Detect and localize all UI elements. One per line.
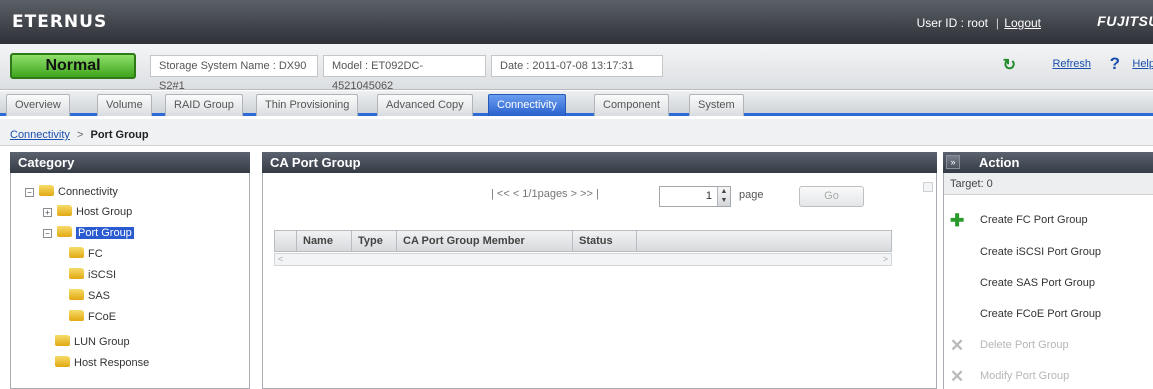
tree-item-host-group[interactable]: + Host Group [43,203,132,221]
tree-label: FC [88,248,103,260]
tree-label: FCoE [88,311,117,323]
action-label: Create FC Port Group [980,214,1088,226]
status-badge[interactable]: Normal [10,53,136,79]
action-label: Create iSCSI Port Group [980,246,1102,258]
create-fcoe-port-group-action[interactable]: Create FCoE Port Group [944,303,1153,326]
create-fc-port-group-action[interactable]: ✚ Create FC Port Group [944,209,1153,232]
fujitsu-logo: FUJITSU [1097,13,1153,29]
tree-label: SAS [88,290,111,302]
storage-system-name: Storage System Name : DX90 S2#1 [150,55,318,92]
action-label: Create FCoE Port Group [980,308,1102,320]
folder-icon [39,185,54,196]
tab-advanced-copy[interactable]: Advanced Copy [377,94,473,116]
action-label: Modify Port Group [980,370,1070,382]
folder-icon [69,247,84,258]
folder-icon [69,268,84,279]
action-header: Action [943,152,1153,173]
collapse-icon[interactable]: − [25,188,34,197]
tree-item-port-group[interactable]: − Port Group [43,224,134,242]
tree-label: Host Response [74,357,150,369]
collapse-panel-icon[interactable]: » [946,155,960,169]
tab-component[interactable]: Component [594,94,669,116]
page-spinner-icon[interactable]: ▲ ▼ [717,187,730,206]
column-type[interactable]: Type [352,231,397,251]
breadcrumb-current: Port Group [90,129,149,141]
ca-port-group-panel: | << < 1/1pages > >> | 1 ▲ ▼ page Go Name… [262,173,937,389]
tree-label: Port Group [76,227,134,239]
x-icon: ✕ [950,336,965,355]
eternus-logo: ETERNUS [12,12,108,32]
breadcrumb-connectivity[interactable]: Connectivity [10,129,70,141]
table-header: Name Type CA Port Group Member Status [274,230,892,252]
help-link[interactable]: Help [1132,58,1153,70]
logout-link[interactable]: Logout [1004,16,1041,30]
modify-port-group-action[interactable]: ✕ Modify Port Group [944,365,1153,388]
folder-icon [69,310,84,321]
column-status[interactable]: Status [573,231,637,251]
plus-icon: ✚ [950,211,965,230]
column-name[interactable]: Name [297,231,352,251]
folder-icon [57,205,72,216]
tree-item-host-response[interactable]: Host Response [55,354,149,372]
horizontal-scrollbar[interactable]: < > [274,253,892,266]
top-bar: ETERNUS User ID : root | Logout FUJITSU [0,0,1153,44]
help-icon[interactable]: ? [1110,54,1120,74]
folder-icon [57,226,72,237]
folder-icon [55,335,70,346]
page-label: page [739,189,764,201]
tree-label: Host Group [76,206,133,218]
scroll-left-icon[interactable]: < [278,254,283,265]
category-header: Category [10,152,250,173]
row-select-column [275,231,297,251]
tab-overview[interactable]: Overview [6,94,70,116]
tab-system[interactable]: System [689,94,744,116]
action-label: Create SAS Port Group [980,277,1095,289]
target-count: Target: 0 [944,173,1153,195]
tree-label: Connectivity [58,186,118,198]
tree-item-connectivity[interactable]: − Connectivity [25,183,118,201]
delete-port-group-action[interactable]: ✕ Delete Port Group [944,334,1153,357]
x-icon: ✕ [950,367,965,386]
expand-icon[interactable]: + [43,208,52,217]
folder-icon [55,356,70,367]
collapse-icon[interactable]: − [43,229,52,238]
tree-item-lun-group[interactable]: LUN Group [55,333,130,351]
breadcrumb: Connectivity > Port Group [0,119,1153,146]
column-ca-port-group-member[interactable]: CA Port Group Member [397,231,573,251]
user-id-label: User ID : root [916,16,988,30]
date-info: Date : 2011-07-08 13:17:31 [491,55,663,77]
action-panel: Target: 0 ✚ Create FC Port Group Create … [943,173,1153,389]
tab-volume[interactable]: Volume [97,94,152,116]
action-label: Delete Port Group [980,339,1069,351]
tree-label: LUN Group [74,336,130,348]
scroll-right-icon[interactable]: > [883,254,888,265]
tree-item-sas[interactable]: SAS [69,287,110,305]
pager-controls[interactable]: | << < 1/1pages > >> | [491,188,599,200]
refresh-link[interactable]: Refresh [1052,58,1091,70]
tree-label: iSCSI [88,269,117,281]
model-info: Model : ET092DC-4521045062 [323,55,486,92]
category-panel: − Connectivity + Host Group − Port Group FC… [10,173,250,389]
folder-icon [69,289,84,300]
tab-raid-group[interactable]: RAID Group [165,94,243,116]
create-sas-port-group-action[interactable]: Create SAS Port Group [944,272,1153,295]
status-bar: Normal Storage System Name : DX90 S2#1 M… [0,44,1153,92]
tree-item-iscsi[interactable]: iSCSI [69,266,116,284]
breadcrumb-separator: > [76,129,84,141]
tab-connectivity[interactable]: Connectivity [488,94,566,116]
main-tab-bar: Overview Volume RAID Group Thin Provisio… [0,91,1153,116]
tree-item-fc[interactable]: FC [69,245,103,263]
refresh-icon[interactable]: ↻ [1003,55,1016,75]
go-button[interactable]: Go [799,186,864,207]
tab-thin-provisioning[interactable]: Thin Provisioning [256,94,359,116]
tree-item-fcoe[interactable]: FCoE [69,308,116,326]
create-iscsi-port-group-action[interactable]: Create iSCSI Port Group [944,241,1153,264]
header-separator: | [995,16,999,30]
panel-resize-handle[interactable] [923,182,933,192]
ca-port-group-header: CA Port Group [262,152,937,173]
